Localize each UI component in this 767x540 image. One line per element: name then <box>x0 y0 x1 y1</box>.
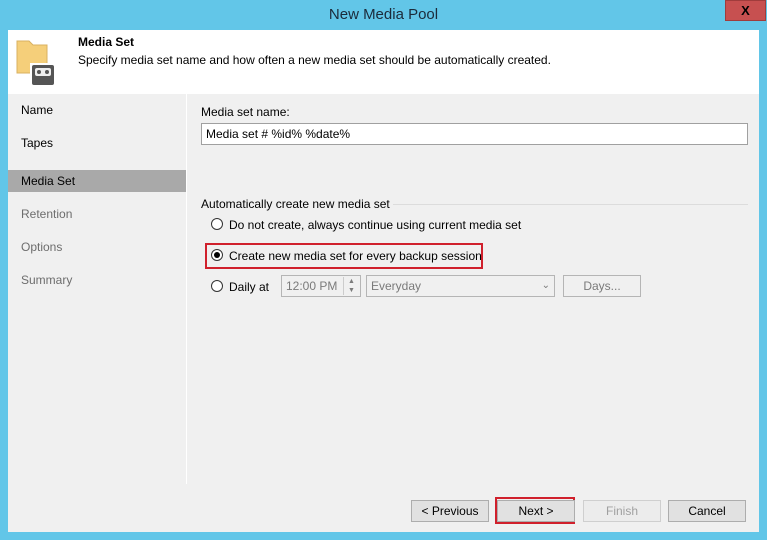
daily-at-radio[interactable] <box>211 280 223 292</box>
page-title: Media Set <box>78 35 135 49</box>
every-session-label[interactable]: Create new media set for every backup se… <box>229 249 482 263</box>
media-set-form: Media set name: Media set # %id% %date% … <box>188 94 759 484</box>
chevron-down-icon: ⌄ <box>541 280 550 291</box>
every-session-radio[interactable] <box>211 249 223 261</box>
step-name[interactable]: Name <box>8 94 186 127</box>
finish-button: Finish <box>583 500 661 522</box>
days-button[interactable]: Days... <box>563 275 641 297</box>
step-tapes[interactable]: Tapes <box>8 127 186 160</box>
next-button[interactable]: Next > <box>497 500 575 522</box>
close-button[interactable]: X <box>725 0 766 21</box>
media-set-name-input[interactable]: Media set # %id% %date% <box>201 123 748 145</box>
schedule-dropdown[interactable]: Everyday ⌄ <box>366 275 555 297</box>
cancel-button[interactable]: Cancel <box>668 500 746 522</box>
time-value: 12:00 PM <box>286 279 338 293</box>
page-description: Specify media set name and how often a n… <box>78 53 551 67</box>
window-title: New Media Pool <box>328 6 439 23</box>
wizard-buttons: < Previous Next > Finish Cancel <box>8 484 759 532</box>
do-not-create-radio[interactable] <box>211 218 223 230</box>
step-summary: Summary <box>21 273 73 287</box>
wizard-steps: Name Tapes Media Set Retention Options S… <box>8 94 187 484</box>
group-divider <box>393 204 748 205</box>
daily-at-label[interactable]: Daily at <box>229 280 269 294</box>
step-options: Options <box>21 240 63 254</box>
media-set-name-label: Media set name: <box>201 105 290 119</box>
do-not-create-label[interactable]: Do not create, always continue using cur… <box>229 218 521 232</box>
step-retention: Retention <box>21 207 73 221</box>
wizard-window: Media Set Specify media set name and how… <box>8 30 759 532</box>
time-spinner-icon[interactable]: ▲ ▼ <box>343 277 359 295</box>
schedule-value: Everyday <box>371 279 422 293</box>
previous-button[interactable]: < Previous <box>411 500 489 522</box>
wizard-header: Media Set Specify media set name and how… <box>8 30 759 94</box>
step-media-set[interactable]: Media Set <box>8 170 186 192</box>
time-picker[interactable]: 12:00 PM ▲ ▼ <box>281 275 361 297</box>
auto-create-group-label: Automatically create new media set <box>201 197 390 211</box>
media-set-icon <box>16 40 56 87</box>
